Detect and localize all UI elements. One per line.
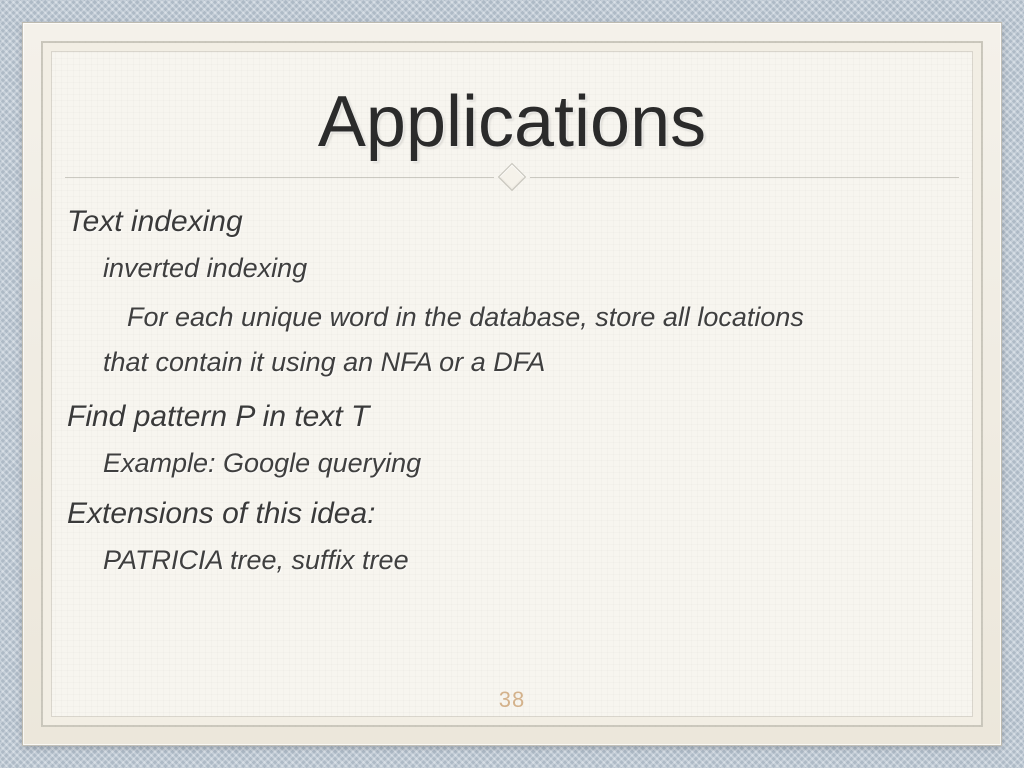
slide-content: Text indexing inverted indexing For each… <box>65 205 959 576</box>
item-patricia-suffix-tree: PATRICIA tree, suffix tree <box>103 545 957 576</box>
title-divider <box>65 167 959 187</box>
paragraph-store-locations-line2: that contain it using an NFA or a DFA <box>103 343 957 382</box>
heading-find-pattern: Find pattern P in text T <box>67 400 957 434</box>
example-google-querying: Example: Google querying <box>103 448 957 479</box>
slide-title: Applications <box>65 81 959 163</box>
slide-outer-frame: Applications Text indexing inverted inde… <box>0 0 1024 768</box>
slide-mid-frame: Applications Text indexing inverted inde… <box>22 22 1002 746</box>
heading-extensions: Extensions of this idea: <box>67 497 957 531</box>
diamond-icon <box>498 163 526 191</box>
heading-text-indexing: Text indexing <box>67 205 957 239</box>
subheading-inverted-indexing: inverted indexing <box>103 253 957 284</box>
page-number: 38 <box>43 687 981 713</box>
divider-line-right <box>530 177 959 178</box>
divider-line-left <box>65 177 494 178</box>
slide-inner-frame: Applications Text indexing inverted inde… <box>41 41 983 727</box>
paragraph-store-locations-line1: For each unique word in the database, st… <box>103 298 957 337</box>
